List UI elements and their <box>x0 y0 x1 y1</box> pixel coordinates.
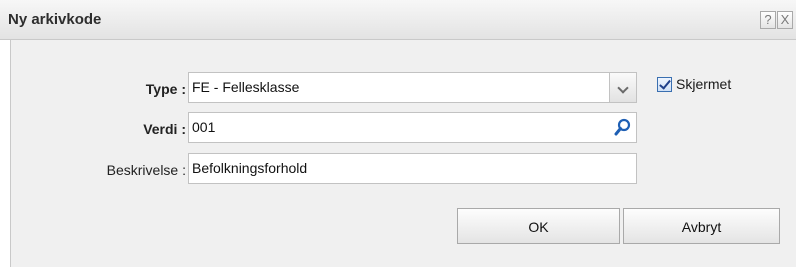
type-combobox[interactable]: FE - Fellesklasse <box>188 72 637 103</box>
verdi-input[interactable]: 001 <box>188 112 637 143</box>
verdi-search-button[interactable] <box>609 113 636 142</box>
ok-button[interactable]: OK <box>457 208 620 244</box>
verdi-value: 001 <box>192 119 216 135</box>
cancel-button[interactable]: Avbryt <box>623 208 780 244</box>
skjermet-checkbox[interactable] <box>657 77 672 92</box>
magnifier-icon <box>614 118 631 136</box>
type-value: FE - Fellesklasse <box>192 79 300 95</box>
verdi-label: Verdi : <box>143 121 186 137</box>
dialog-new-archive-code: Ny arkivkode ? X Type : FE - Fellesklass… <box>0 0 796 267</box>
close-button[interactable]: X <box>777 11 793 29</box>
help-button[interactable]: ? <box>760 11 776 29</box>
beskrivelse-input[interactable]: Befolkningsforhold <box>188 153 637 184</box>
dialog-titlebar: Ny arkivkode ? X <box>0 0 796 40</box>
beskrivelse-value: Befolkningsforhold <box>192 160 308 176</box>
checkmark-icon <box>659 77 671 90</box>
dialog-body: Type : FE - Fellesklasse Skjermet Verdi … <box>10 40 796 267</box>
skjermet-label[interactable]: Skjermet <box>676 76 731 92</box>
type-dropdown-button[interactable] <box>609 73 636 102</box>
dialog-title: Ny arkivkode <box>8 11 102 28</box>
type-label: Type : <box>145 81 186 97</box>
beskrivelse-label: Beskrivelse : <box>106 162 186 178</box>
chevron-down-icon <box>617 82 629 94</box>
